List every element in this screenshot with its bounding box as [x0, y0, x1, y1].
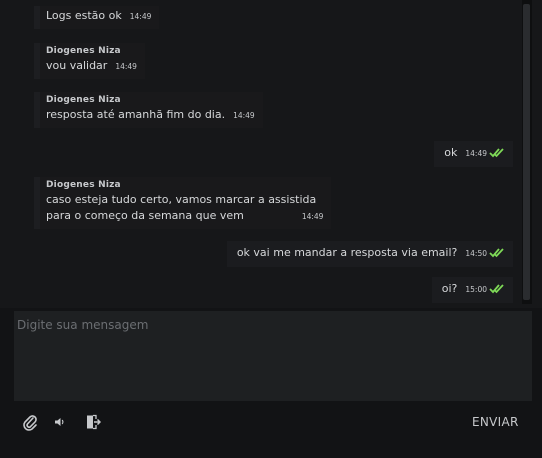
message-time: 14:49: [115, 62, 137, 71]
scrollbar-thumb[interactable]: [523, 4, 530, 300]
incoming-message: Diogenes Niza vou validar 14:49: [34, 43, 145, 79]
send-button[interactable]: ENVIAR: [472, 412, 519, 432]
message-sender: Diogenes Niza: [46, 46, 121, 56]
speaker-icon[interactable]: [53, 412, 67, 432]
message-composer: [14, 311, 532, 401]
incoming-message: Diogenes Niza caso esteja tudo certo, va…: [34, 177, 332, 229]
message-text: ok: [444, 146, 458, 159]
double-check-icon: [489, 283, 505, 299]
message-time: 15:00: [465, 285, 487, 294]
message-text: oi?: [441, 282, 458, 295]
message-time: 14:50: [465, 249, 487, 258]
message-text: ok vai me mandar a resposta via email?: [236, 246, 458, 259]
message-time: 14:49: [301, 212, 324, 221]
message-text-line: para o começo da semana que vem: [46, 209, 244, 222]
message-text: resposta até amanhã fim do dia.: [46, 108, 226, 121]
paperclip-icon[interactable]: [20, 412, 40, 432]
message-text-line: caso esteja tudo certo, vamos marcar a a…: [46, 193, 317, 206]
incoming-message: Logs estão ok 14:49: [34, 6, 160, 29]
double-check-icon: [489, 247, 505, 263]
exit-door-icon[interactable]: [84, 412, 102, 432]
outgoing-message: ok 14:49: [434, 141, 513, 167]
message-input[interactable]: [14, 311, 532, 401]
message-sender: Diogenes Niza: [46, 95, 121, 105]
outgoing-message: ok vai me mandar a resposta via email? 14…: [226, 241, 513, 267]
chat-messages-area: Logs estão ok 14:49 Diogenes Niza vou val…: [0, 0, 542, 308]
message-time: 14:49: [233, 111, 255, 120]
outgoing-message: oi? 15:00: [431, 277, 513, 303]
incoming-message: Diogenes Niza resposta até amanhã fim do…: [34, 92, 263, 128]
double-check-icon: [489, 147, 505, 163]
message-text: vou validar: [46, 59, 108, 72]
message-time: 14:49: [465, 149, 487, 158]
message-sender: Diogenes Niza: [46, 180, 121, 190]
message-text: Logs estão ok: [46, 9, 122, 22]
message-time: 14:49: [129, 12, 152, 21]
